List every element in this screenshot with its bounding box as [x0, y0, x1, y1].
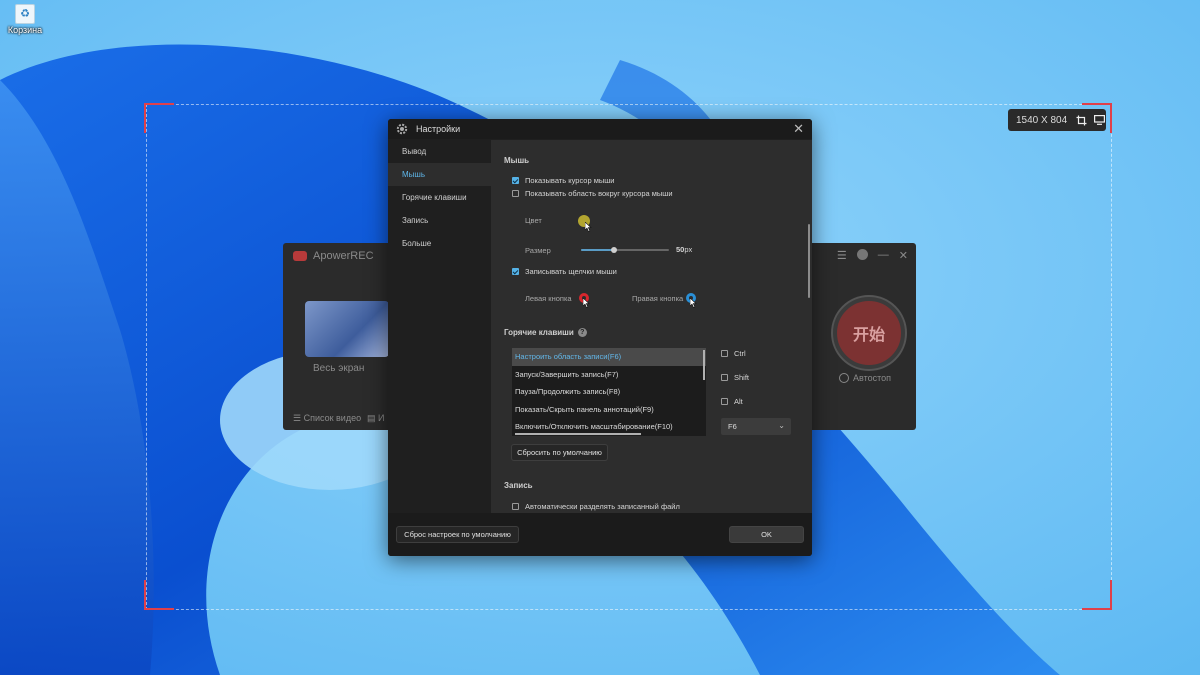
settings-dialog: Настройки ✕ Вывод Мышь Горячие клавиши З… [388, 119, 812, 556]
right-button-label: Правая кнопка [632, 294, 684, 303]
reset-all-settings-button[interactable]: Сброс настроек по умолчанию [396, 526, 519, 543]
autostop-label: Автостоп [853, 373, 892, 383]
hotkey-list-hscrollbar[interactable] [515, 433, 641, 435]
cursor-icon [585, 222, 592, 232]
sidebar-item-record[interactable]: Запись [388, 209, 491, 232]
alt-checkbox[interactable] [721, 398, 728, 405]
size-slider-fill [581, 249, 614, 251]
show-cursor-label: Показывать курсор мыши [525, 176, 615, 185]
region-size-label: 1540 X 804 [1016, 114, 1068, 126]
list-item[interactable]: Запуск/Завершить запись(F7) [512, 366, 706, 384]
hotkeys-section-title: Горячие клавиши ? [504, 328, 587, 337]
region-corner-handle-bottom-left[interactable] [144, 580, 174, 610]
dialog-footer: Сброс настроек по умолчанию OK [388, 513, 812, 556]
minimize-icon[interactable]: — [878, 249, 889, 262]
hotkeys-section-title-text: Горячие клавиши [504, 328, 574, 337]
recycle-bin-icon: ♻ [15, 4, 35, 24]
start-record-button[interactable]: 开始 [833, 297, 905, 369]
auto-split-option[interactable]: Автоматически разделять записанный файл [512, 502, 680, 511]
shift-modifier-option[interactable]: Shift [721, 373, 749, 382]
content-scrollbar[interactable] [808, 224, 810, 298]
gear-icon [396, 123, 408, 135]
sidebar-item-more[interactable]: Больше [388, 232, 491, 255]
apowerrec-logo-icon [293, 251, 307, 261]
record-clicks-label: Записывать щелчки мыши [525, 267, 617, 276]
video-list-link[interactable]: ☰ Список видео [293, 413, 361, 424]
recycle-bin-label: Корзина [7, 25, 43, 35]
ctrl-modifier-option[interactable]: Ctrl [721, 349, 746, 358]
menu-icon[interactable]: ☰ [837, 249, 847, 262]
record-section-title: Запись [504, 481, 533, 490]
apowerrec-title: ApowerREC [293, 250, 374, 262]
ok-button[interactable]: OK [729, 526, 804, 543]
apowerrec-window-controls: ☰ — ✕ [837, 249, 908, 262]
mouse-section-title: Мышь [504, 156, 530, 165]
sidebar-item-mouse[interactable]: Мышь [388, 163, 491, 186]
shift-checkbox[interactable] [721, 374, 728, 381]
close-icon[interactable]: ✕ [899, 249, 908, 262]
fullscreen-mode-label: Весь экран [313, 363, 365, 374]
size-slider-handle[interactable] [611, 247, 617, 253]
settings-sidebar: Вывод Мышь Горячие клавиши Запись Больше [388, 140, 491, 513]
reset-hotkeys-button[interactable]: Сбросить по умолчанию [511, 444, 608, 461]
show-cursor-option[interactable]: Показывать курсор мыши [512, 176, 614, 185]
crop-icon[interactable] [1074, 113, 1088, 127]
record-clicks-checkbox[interactable] [512, 268, 519, 275]
cursor-icon [583, 298, 590, 308]
list-item[interactable]: Настроить область записи(F6) [512, 348, 706, 366]
recycle-bin-desktop-icon[interactable]: ♻ Корзина [6, 4, 44, 35]
hotkey-list[interactable]: Настроить область записи(F6) Запуск/Заве… [512, 348, 706, 436]
fullscreen-mode-thumbnail[interactable] [305, 301, 389, 357]
help-icon[interactable]: ? [577, 328, 587, 337]
show-area-checkbox[interactable] [512, 190, 519, 197]
dialog-title: Настройки [416, 124, 461, 134]
auto-split-checkbox[interactable] [512, 503, 519, 510]
autostop-option[interactable]: Автостоп [839, 373, 891, 383]
hotkey-key-value: F6 [728, 422, 737, 431]
size-value-unit: px [684, 245, 693, 254]
record-clicks-option[interactable]: Записывать щелчки мыши [512, 267, 617, 276]
shift-label: Shift [734, 373, 750, 382]
show-area-label: Показывать область вокруг курсора мыши [525, 189, 673, 198]
region-corner-handle-top-left[interactable] [144, 103, 174, 133]
hotkey-key-select[interactable]: F6 ⌄ [721, 418, 791, 435]
image-icon: ▤ [367, 413, 379, 423]
list-item[interactable]: Показать/Скрыть панель аннотаций(F9) [512, 401, 706, 419]
alt-modifier-option[interactable]: Alt [721, 397, 743, 406]
hotkey-list-vscrollbar[interactable] [703, 350, 705, 380]
auto-split-label: Автоматически разделять записанный файл [525, 502, 680, 511]
sidebar-item-hotkeys[interactable]: Горячие клавиши [388, 186, 491, 209]
ctrl-checkbox[interactable] [721, 350, 728, 357]
region-corner-handle-bottom-right[interactable] [1082, 580, 1112, 610]
size-label: Размер [525, 246, 551, 255]
show-cursor-checkbox[interactable] [512, 177, 519, 184]
settings-content: Мышь Показывать курсор мыши Показывать о… [491, 140, 812, 513]
secondary-link[interactable]: ▤ И [367, 413, 384, 424]
close-icon[interactable]: ✕ [793, 122, 804, 136]
apowerrec-title-text: ApowerREC [313, 250, 374, 262]
avatar[interactable] [856, 249, 868, 260]
autostop-radio-icon [839, 373, 849, 383]
left-button-label: Левая кнопка [525, 294, 572, 303]
list-icon: ☰ [293, 413, 304, 423]
cursor-icon [690, 298, 697, 308]
dialog-titlebar: Настройки ✕ [388, 119, 812, 139]
sidebar-item-output[interactable]: Вывод [388, 140, 491, 163]
chevron-down-icon: ⌄ [778, 421, 785, 430]
video-list-label: Список видео [303, 413, 362, 423]
monitor-icon[interactable] [1092, 113, 1106, 127]
region-size-toolbar: 1540 X 804 [1008, 109, 1106, 131]
show-area-option[interactable]: Показывать область вокруг курсора мыши [512, 189, 673, 198]
list-item[interactable]: Пауза/Продолжить запись(F8) [512, 383, 706, 401]
secondary-link-label: И [378, 413, 385, 423]
size-value: 50px [676, 245, 692, 254]
alt-label: Alt [734, 397, 743, 406]
ctrl-label: Ctrl [734, 349, 746, 358]
color-label: Цвет [525, 216, 542, 225]
